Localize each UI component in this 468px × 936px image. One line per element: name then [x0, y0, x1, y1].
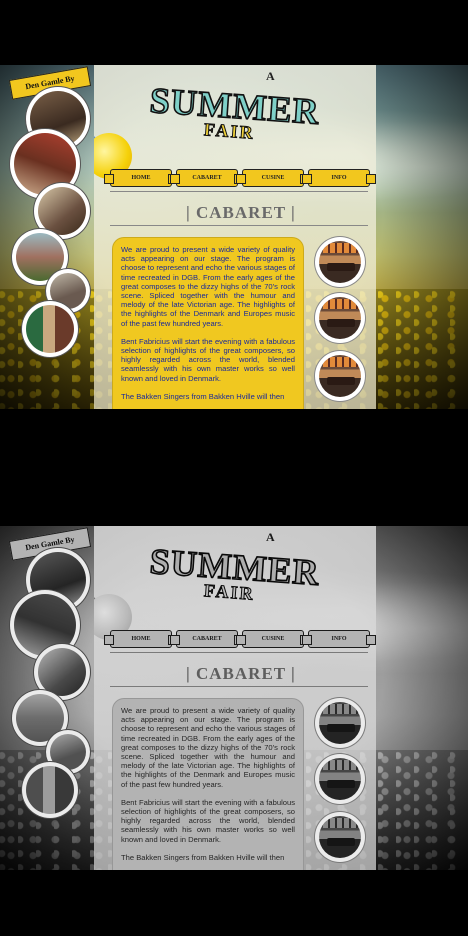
- nav-home[interactable]: HOME: [104, 169, 178, 187]
- site-title: A SUMMER FAIR: [148, 69, 370, 169]
- divider-bottom: [110, 225, 368, 226]
- content-paragraph: Bent Fabricius will start the evening wi…: [121, 336, 295, 383]
- title-sub: FAIR: [203, 119, 256, 143]
- cabaret-thumbnail-1[interactable]: [315, 698, 365, 748]
- nav-home[interactable]: HOME: [104, 630, 178, 648]
- nav-cabaret[interactable]: CABARET: [170, 630, 244, 648]
- content-box: We are proud to present a wide variety o…: [112, 237, 304, 409]
- nav-info[interactable]: INFO: [302, 630, 376, 648]
- cabaret-thumbnail-1[interactable]: [315, 237, 365, 287]
- content-paragraph: We are proud to present a wide variety o…: [121, 245, 295, 328]
- side-photo-6[interactable]: [22, 762, 78, 818]
- divider-bottom: [110, 686, 368, 687]
- content-box: We are proud to present a wide variety o…: [112, 698, 304, 870]
- grayscale-version-panel: A SUMMER FAIR Den Gamle By HOME CABARET …: [0, 526, 468, 870]
- nav-cusine[interactable]: CUSINE: [236, 169, 310, 187]
- page-heading: | CABARET |: [186, 203, 296, 222]
- divider-top: [110, 191, 368, 192]
- title-article: A: [266, 530, 275, 544]
- cabaret-thumbnail-2[interactable]: [315, 754, 365, 804]
- content-paragraph: Bent Fabricius will start the evening wi…: [121, 797, 295, 844]
- main-nav: HOME CABARET CUSINE INFO: [104, 169, 376, 187]
- divider-top: [110, 652, 368, 653]
- cabaret-thumbnail-2[interactable]: [315, 293, 365, 343]
- side-photo-6[interactable]: [22, 301, 78, 357]
- nav-info[interactable]: INFO: [302, 169, 376, 187]
- nav-cusine[interactable]: CUSINE: [236, 630, 310, 648]
- content-paragraph: We are proud to present a wide variety o…: [121, 706, 295, 789]
- title-sub: FAIR: [203, 580, 256, 604]
- nav-cabaret[interactable]: CABARET: [170, 169, 244, 187]
- main-nav: HOME CABARET CUSINE INFO: [104, 630, 376, 648]
- cabaret-thumbnail-3[interactable]: [315, 812, 365, 862]
- page-heading: | CABARET |: [186, 664, 296, 683]
- site-title: A SUMMER FAIR: [148, 530, 370, 630]
- color-version-panel: A SUMMER FAIR Den Gamle By HOME CABARET …: [0, 65, 468, 409]
- content-paragraph: The Bakken Singers from Bakken Hville wi…: [121, 852, 285, 862]
- cabaret-thumbnail-3[interactable]: [315, 351, 365, 401]
- content-paragraph: The Bakken Singers from Bakken Hville wi…: [121, 391, 285, 401]
- title-article: A: [266, 69, 275, 83]
